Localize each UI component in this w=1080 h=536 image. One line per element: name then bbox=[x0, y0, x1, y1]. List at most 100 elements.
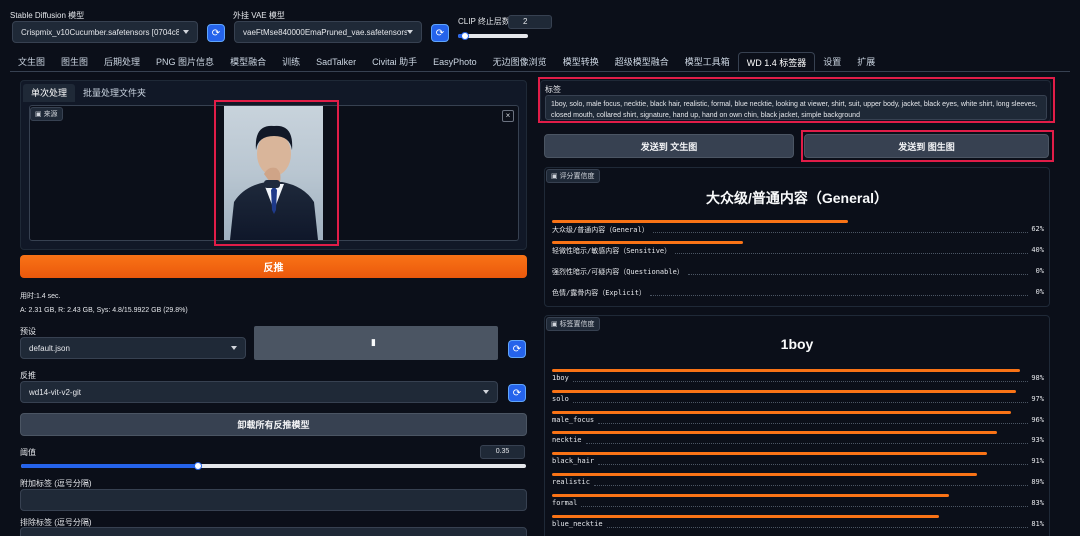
file-icon: ▮ bbox=[371, 337, 376, 347]
threshold-value: 0.35 bbox=[495, 448, 510, 455]
tab-6[interactable]: SadTalker bbox=[308, 52, 364, 72]
confidence-label: black_hair bbox=[552, 457, 595, 466]
confidence-percent: 91% bbox=[1031, 457, 1044, 466]
send-to-txt2img-button[interactable]: 发送到 文生图 bbox=[544, 134, 794, 158]
vae-dropdown[interactable]: vaeFtMse840000EmaPruned_vae.safetensors bbox=[234, 21, 422, 43]
preset-file-drop[interactable]: ▮ bbox=[254, 326, 498, 360]
exclude-tags-input[interactable] bbox=[20, 527, 527, 536]
chevron-down-icon bbox=[407, 30, 413, 34]
interrogator-value: wd14-vit-v2-git bbox=[29, 387, 82, 397]
tab-12[interactable]: 模型工具箱 bbox=[677, 52, 738, 72]
refresh-interrogator-icon[interactable]: ⟳ bbox=[508, 384, 526, 402]
tab-3[interactable]: PNG 图片信息 bbox=[148, 52, 222, 72]
tab-14[interactable]: 设置 bbox=[815, 52, 849, 72]
confidence-percent: 62% bbox=[1031, 225, 1044, 233]
confidence-row: necktie 93% bbox=[552, 431, 1044, 447]
leader-dots bbox=[581, 505, 1028, 507]
confidence-bar bbox=[552, 220, 849, 223]
tab-15[interactable]: 扩展 bbox=[849, 52, 883, 72]
vae-value: vaeFtMse840000EmaPruned_vae.safetensors bbox=[243, 27, 407, 37]
confidence-bar bbox=[552, 473, 978, 476]
rating-chip: ▣ 评分置信度 bbox=[546, 169, 600, 183]
tab-9[interactable]: 无边图像浏览 bbox=[485, 52, 555, 72]
interrogator-dropdown[interactable]: wd14-vit-v2-git bbox=[20, 381, 498, 403]
refresh-vae-icon[interactable]: ⟳ bbox=[431, 24, 449, 42]
tab-11[interactable]: 超级模型融合 bbox=[607, 52, 677, 72]
leader-dots bbox=[607, 526, 1028, 528]
leader-dots bbox=[598, 464, 1028, 466]
confidence-percent: 96% bbox=[1031, 415, 1044, 424]
confidence-row: 大众级/普通内容（General） 62% bbox=[552, 220, 1044, 236]
tab-13[interactable]: WD 1.4 标签器 bbox=[737, 52, 816, 72]
leader-dots bbox=[598, 422, 1028, 424]
chevron-down-icon bbox=[231, 346, 237, 350]
tag-title: 1boy bbox=[780, 336, 814, 352]
preset-dropdown[interactable]: default.json bbox=[20, 337, 246, 359]
close-icon[interactable]: × bbox=[502, 110, 514, 122]
model-dropdown[interactable]: Crispmix_v10Cucumber.safetensors [0704c8… bbox=[12, 21, 198, 43]
confidence-label: 1boy bbox=[552, 374, 569, 382]
chevron-down-icon bbox=[483, 390, 489, 394]
leader-dots bbox=[650, 295, 1028, 296]
main-tabs: 文生图 图生图 后期处理 PNG 图片信息 模型融合 训练 SadTalker Civitai… bbox=[10, 52, 883, 72]
confidence-label: 强烈性暗示/可疑内容（Questionable） bbox=[552, 268, 684, 276]
interrogate-button[interactable]: 反推 bbox=[20, 255, 527, 278]
image-icon: ▣ bbox=[551, 173, 560, 180]
tab-5[interactable]: 训练 bbox=[274, 52, 308, 72]
confidence-row: realistic 89% bbox=[552, 473, 1044, 489]
vae-label: 外挂 VAE 模型 bbox=[233, 11, 285, 20]
confidence-label: male_focus bbox=[552, 415, 595, 424]
confidence-label: blue_necktie bbox=[552, 519, 603, 528]
threshold-value-box[interactable]: 0.35 bbox=[480, 445, 525, 459]
additional-tags-input[interactable] bbox=[20, 489, 527, 511]
confidence-row: 色情/露骨内容（Explicit） 0% bbox=[552, 283, 1044, 299]
additional-tags-label: 附加标签 (逗号分隔) bbox=[20, 479, 92, 488]
tab-4[interactable]: 模型融合 bbox=[222, 52, 274, 72]
preset-value: default.json bbox=[29, 343, 70, 353]
confidence-row: solo 97% bbox=[552, 389, 1044, 406]
confidence-bar bbox=[552, 431, 997, 435]
confidence-label: 色情/露骨内容（Explicit） bbox=[552, 289, 646, 297]
confidence-label: realistic bbox=[552, 478, 590, 486]
unload-models-button[interactable]: 卸载所有反推模型 bbox=[20, 413, 527, 436]
model-label: Stable Diffusion 模型 bbox=[10, 11, 85, 20]
tab-8[interactable]: EasyPhoto bbox=[425, 52, 485, 72]
confidence-label: formal bbox=[552, 498, 578, 507]
rating-title: 大众级/普通内容（General） bbox=[705, 190, 889, 206]
save-preset-icon[interactable]: ⟳ bbox=[508, 340, 526, 358]
model-value: Crispmix_v10Cucumber.safetensors [0704c8… bbox=[21, 27, 179, 37]
tab-1[interactable]: 图生图 bbox=[53, 52, 96, 72]
confidence-row: black_hair 91% bbox=[552, 452, 1044, 468]
leader-dots bbox=[594, 485, 1028, 486]
confidence-label: 大众级/普通内容（General） bbox=[552, 226, 649, 234]
confidence-row: 轻微性暗示/敏感内容（Sensitive） 40% bbox=[552, 241, 1044, 257]
chevron-down-icon bbox=[183, 30, 189, 34]
clip-value-box[interactable]: 2 bbox=[508, 15, 552, 29]
time-text: 用时:1.4 sec. bbox=[20, 293, 61, 300]
tab-10[interactable]: 模型转换 bbox=[555, 52, 607, 72]
confidence-percent: 98% bbox=[1031, 374, 1044, 382]
confidence-row: 强烈性暗示/可疑内容（Questionable） 0% bbox=[552, 262, 1044, 278]
refresh-model-icon[interactable]: ⟳ bbox=[207, 24, 225, 42]
leader-dots bbox=[675, 253, 1028, 254]
tab-2[interactable]: 后期处理 bbox=[96, 52, 148, 72]
tab-single-process[interactable]: 单次处理 bbox=[23, 84, 76, 102]
confidence-bar bbox=[552, 241, 744, 244]
send-img2img-highlight-box bbox=[801, 130, 1054, 162]
confidence-bar bbox=[552, 389, 1016, 393]
source-chip: ▣ 来源 bbox=[30, 107, 63, 121]
tag-chip: ▣ 标签置信度 bbox=[546, 317, 600, 331]
confidence-percent: 93% bbox=[1031, 436, 1044, 445]
tab-batch-folder[interactable]: 批量处理文件夹 bbox=[75, 84, 154, 102]
confidence-row: 1boy 98% bbox=[552, 369, 1044, 385]
leader-dots bbox=[688, 274, 1028, 275]
confidence-row: formal 83% bbox=[552, 493, 1044, 510]
confidence-label: necktie bbox=[552, 436, 582, 445]
tab-7[interactable]: Civitai 助手 bbox=[364, 52, 425, 72]
confidence-bar bbox=[552, 410, 1011, 414]
preset-label: 预设 bbox=[20, 327, 36, 336]
leader-dots bbox=[573, 381, 1028, 382]
tab-0[interactable]: 文生图 bbox=[10, 52, 53, 72]
interrogator-label: 反推 bbox=[20, 371, 36, 380]
confidence-row: male_focus 96% bbox=[552, 410, 1044, 427]
